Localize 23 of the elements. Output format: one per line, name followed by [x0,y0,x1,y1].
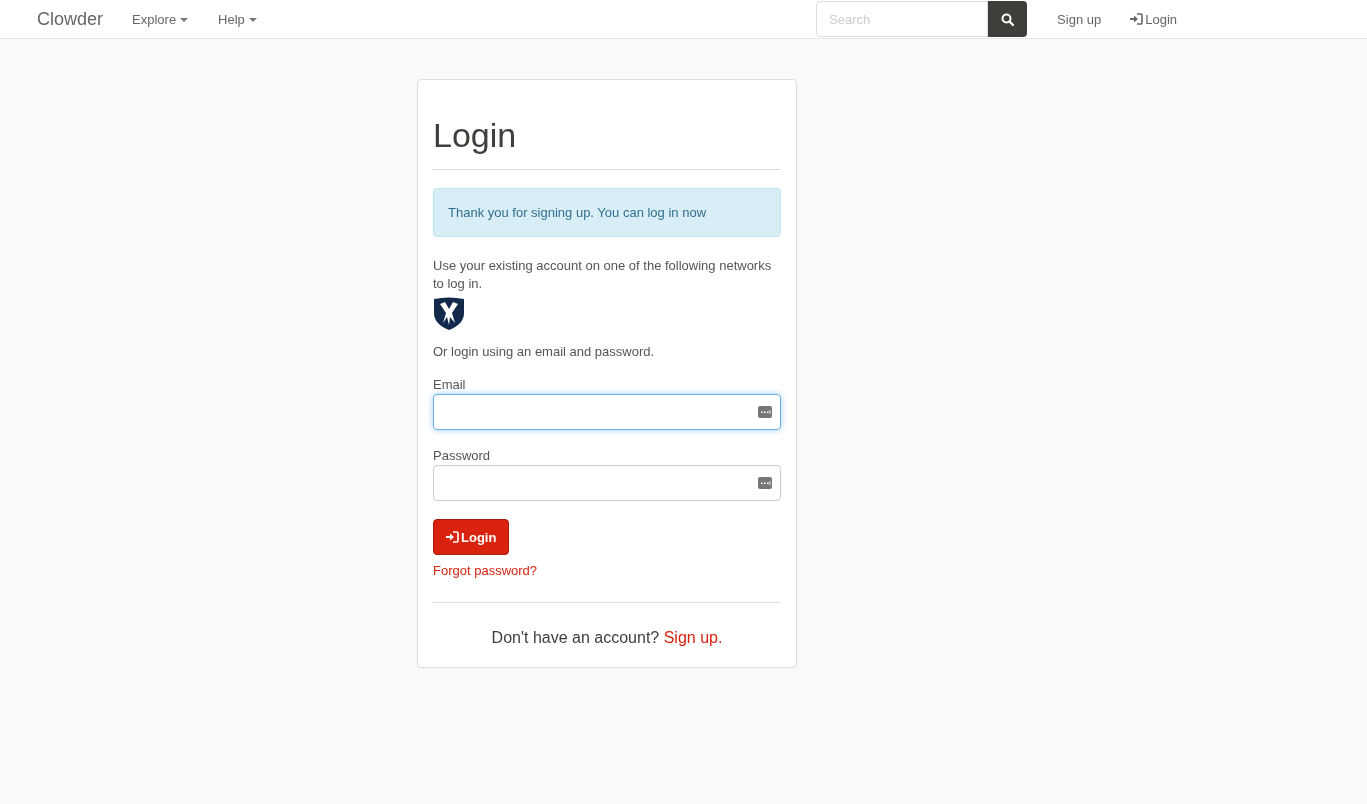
networks-text: Use your existing account on one of the following networks to log in. [433,257,773,293]
shield-logo-icon[interactable] [433,297,465,331]
signup-prompt: Don't have an account? Sign up. [490,629,724,647]
forgot-password-link[interactable]: Forgot password? [433,563,538,578]
login-icon [446,531,459,543]
instruction-text: Or login using an email and password. [433,343,656,361]
password-manager-icon[interactable] [758,477,772,489]
signup-link[interactable]: Sign up. [663,629,723,646]
nav-menu[interactable]: Help [218,11,257,27]
page-title: Login [433,116,518,155]
nav-link[interactable]: Sign up [1057,11,1102,27]
info-alert: Thank you for signing up. You can log in now [433,188,781,237]
search-button[interactable] [988,1,1028,37]
login-button[interactable]: Login [433,519,510,555]
search-icon [1001,12,1015,26]
field-label: Password [433,448,492,463]
input-field[interactable] [433,394,781,430]
brand-link[interactable]: Clowder [37,8,104,30]
nav-link[interactable]: Login [1130,11,1177,27]
password-manager-icon[interactable] [758,406,772,418]
nav-menu[interactable]: Explore [132,11,189,27]
field-label: Email [433,377,467,392]
input-field[interactable] [433,465,781,501]
